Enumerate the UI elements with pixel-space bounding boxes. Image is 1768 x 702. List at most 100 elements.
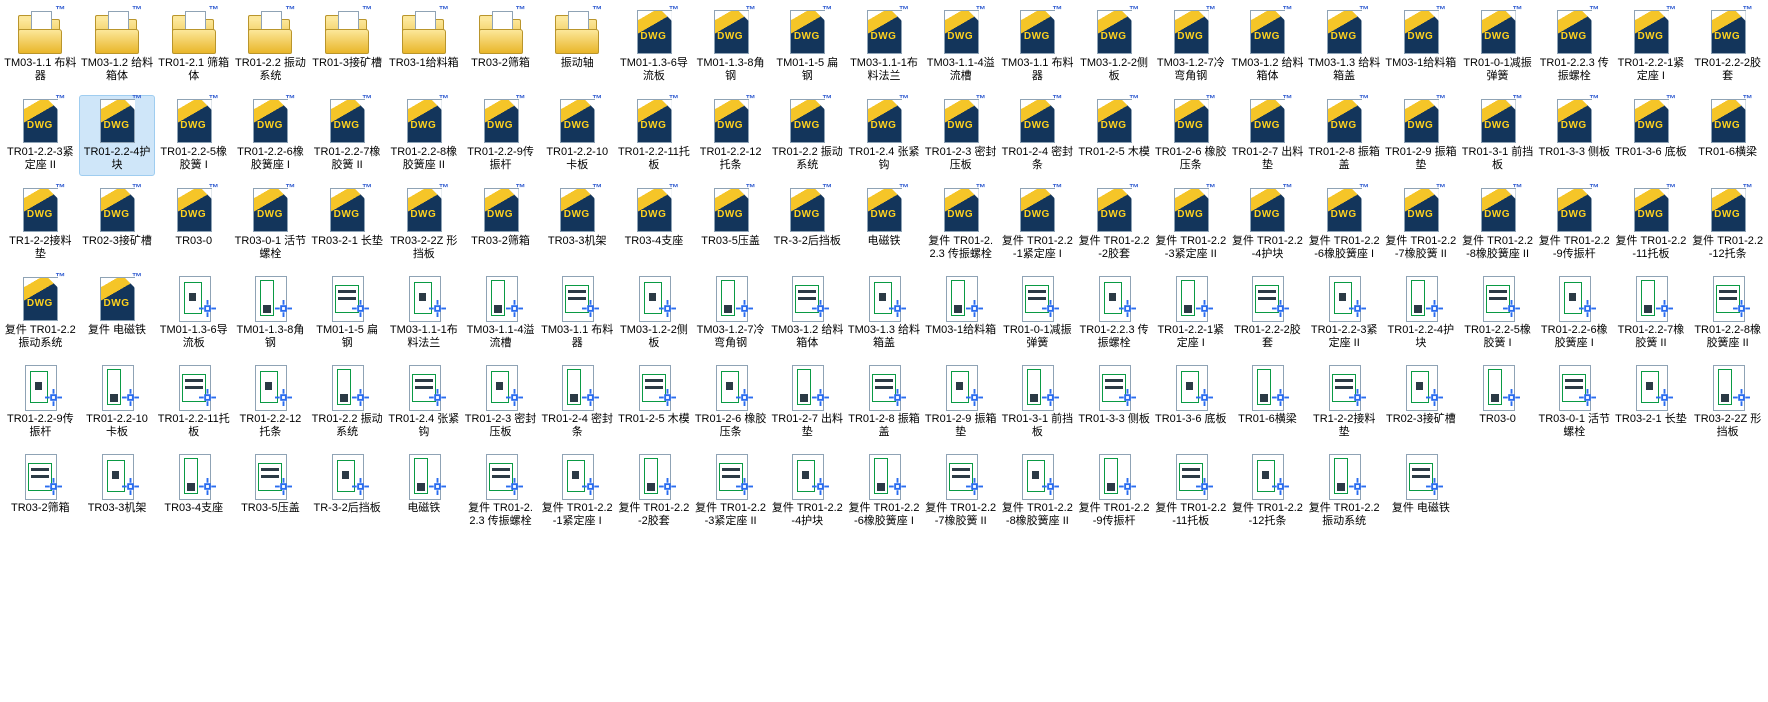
file-item[interactable]: DWG ™ TR01-2.2-8橡胶簧座 II (385, 95, 462, 176)
file-item[interactable]: TR01-2.2-10卡板 (79, 362, 156, 443)
file-item[interactable]: TR01-2.2-12托条 (232, 362, 309, 443)
file-item[interactable]: DWG ™ TM03-1给料箱 (1383, 6, 1460, 87)
file-item[interactable]: TR02-3接矿槽 (1383, 362, 1460, 443)
file-item[interactable]: DWG ™ TR03-3机架 (539, 184, 616, 265)
file-item[interactable]: DWG ™ TR01-2-3 密封压板 (922, 95, 999, 176)
file-item[interactable]: TR1-2-2接料垫 (1306, 362, 1383, 443)
file-item[interactable]: TR01-2-6 橡胶压条 (692, 362, 769, 443)
file-item[interactable]: DWG ™ TR01-3-3 侧板 (1536, 95, 1613, 176)
file-item[interactable]: TR01-2-7 出料垫 (769, 362, 846, 443)
file-item[interactable]: DWG ™ TR01-2.4 张紧钩 (846, 95, 923, 176)
file-item[interactable]: DWG ™ 复件 电磁铁 (79, 273, 156, 354)
file-item[interactable]: DWG ™ TR03-4支座 (616, 184, 693, 265)
file-item[interactable]: TM01-1.3-8角钢 (232, 273, 309, 354)
file-item[interactable]: DWG ™ 复件 TR01-2.2-11托板 (1613, 184, 1690, 265)
file-item[interactable]: TR03-5压盖 (232, 451, 309, 532)
file-item[interactable]: TR03-0 (1459, 362, 1536, 443)
file-item[interactable]: TR01-2.2-11托板 (155, 362, 232, 443)
file-item[interactable]: 复件 TR01-2.2-8橡胶簧座 II (999, 451, 1076, 532)
file-item[interactable]: DWG ™ TR01-2.2-2胶套 (1689, 6, 1766, 87)
file-item[interactable]: TR01-2.4 张紧钩 (385, 362, 462, 443)
file-item[interactable]: DWG ™ TR01-6横梁 (1689, 95, 1766, 176)
file-item[interactable]: TM01-1-5 扁钢 (309, 273, 386, 354)
file-item[interactable]: 电磁铁 (385, 451, 462, 532)
file-item[interactable]: 复件 TR01-2.2 振动系统 (1306, 451, 1383, 532)
file-item[interactable]: 复件 TR01-2.2-4护块 (769, 451, 846, 532)
file-item[interactable]: DWG ™ TR01-2.2-9传振杆 (462, 95, 539, 176)
file-item[interactable]: TM03-1给料箱 (922, 273, 999, 354)
file-item[interactable]: TR01-0-1减振弹簧 (999, 273, 1076, 354)
file-item[interactable]: DWG ™ TR01-2-4 密封条 (999, 95, 1076, 176)
file-item[interactable]: TM03-1.1-4溢流槽 (462, 273, 539, 354)
file-item[interactable]: DWG ™ TR-3-2后挡板 (769, 184, 846, 265)
file-item[interactable]: TM03-1.2-7冷弯角钢 (692, 273, 769, 354)
file-item[interactable]: TR01-2.2-7橡胶簧 II (1613, 273, 1690, 354)
file-item[interactable]: DWG ™ TR01-2-5 木模 (1076, 95, 1153, 176)
file-item[interactable]: TR01-2-5 木模 (616, 362, 693, 443)
file-item[interactable]: DWG ™ TR01-2.2.3 传振螺栓 (1536, 6, 1613, 87)
file-item[interactable]: TR01-2.2 振动系统 (309, 362, 386, 443)
file-item[interactable]: TR01-2-8 振箱盖 (846, 362, 923, 443)
file-item[interactable]: ™ TM03-1.1 布料器 (2, 6, 79, 87)
file-item[interactable]: DWG ™ TR03-5压盖 (692, 184, 769, 265)
file-item[interactable]: TR01-2.2-5橡胶簧 I (1459, 273, 1536, 354)
file-item[interactable]: TR03-2筛箱 (2, 451, 79, 532)
file-item[interactable]: DWG ™ TM01-1-5 扁钢 (769, 6, 846, 87)
file-item[interactable]: DWG ™ 电磁铁 (846, 184, 923, 265)
file-item[interactable]: TR01-2-9 振箱垫 (922, 362, 999, 443)
file-item[interactable]: 复件 TR01-2.2.3 传振螺栓 (462, 451, 539, 532)
file-item[interactable]: TR03-2-1 长垫 (1613, 362, 1690, 443)
file-item[interactable]: TR01-2-3 密封压板 (462, 362, 539, 443)
file-item[interactable]: DWG ™ TR03-2-2Z 形挡板 (385, 184, 462, 265)
file-item[interactable]: DWG ™ TR03-0 (155, 184, 232, 265)
file-item[interactable]: TM01-1.3-6导流板 (155, 273, 232, 354)
file-item[interactable]: DWG ™ TR01-3-1 前挡板 (1459, 95, 1536, 176)
file-item[interactable]: TM03-1.1-1布料法兰 (385, 273, 462, 354)
file-item[interactable]: TR01-2-4 密封条 (539, 362, 616, 443)
file-item[interactable]: TM03-1.1 布料器 (539, 273, 616, 354)
file-item[interactable]: TR01-2.2-8橡胶簧座 II (1689, 273, 1766, 354)
file-item[interactable]: TR-3-2后挡板 (309, 451, 386, 532)
file-item[interactable]: ™ TR03-1给料箱 (385, 6, 462, 87)
file-item[interactable]: 复件 TR01-2.2-1紧定座 I (539, 451, 616, 532)
file-item[interactable]: TR01-2.2.3 传振螺栓 (1076, 273, 1153, 354)
file-item[interactable]: DWG ™ 复件 TR01-2.2-7橡胶簧 II (1383, 184, 1460, 265)
file-item[interactable]: TR01-2.2-9传振杆 (2, 362, 79, 443)
file-item[interactable]: DWG ™ TM03-1.1-1布料法兰 (846, 6, 923, 87)
file-item[interactable]: TR03-2-2Z 形挡板 (1689, 362, 1766, 443)
file-item[interactable]: DWG ™ TR01-2-7 出料垫 (1229, 95, 1306, 176)
file-item[interactable]: DWG ™ 复件 TR01-2.2-8橡胶簧座 II (1459, 184, 1536, 265)
file-item[interactable]: DWG ™ TM03-1.1 布料器 (999, 6, 1076, 87)
file-item[interactable]: TR01-2.2-2胶套 (1229, 273, 1306, 354)
file-item[interactable]: DWG ™ 复件 TR01-2.2-4护块 (1229, 184, 1306, 265)
file-item[interactable]: DWG ™ 复件 TR01-2.2-1紧定座 I (999, 184, 1076, 265)
file-item[interactable]: DWG ™ 复件 TR01-2.2-9传振杆 (1536, 184, 1613, 265)
file-item[interactable]: TR01-2.2-3紧定座 II (1306, 273, 1383, 354)
file-item[interactable]: DWG ™ TR01-2.2-1紧定座 I (1613, 6, 1690, 87)
file-item[interactable]: DWG ™ TM03-1.3 给料箱盖 (1306, 6, 1383, 87)
file-item[interactable]: DWG ™ TR03-2-1 长垫 (309, 184, 386, 265)
file-item[interactable]: TR01-6横梁 (1229, 362, 1306, 443)
file-item[interactable]: TM03-1.2 给料箱体 (769, 273, 846, 354)
file-item[interactable]: TR01-2.2-1紧定座 I (1152, 273, 1229, 354)
file-item[interactable]: DWG ™ TR03-2筛箱 (462, 184, 539, 265)
file-item[interactable]: TR01-3-3 侧板 (1076, 362, 1153, 443)
file-item[interactable]: 复件 TR01-2.2-3紧定座 II (692, 451, 769, 532)
file-item[interactable]: DWG ™ TR01-2.2-11托板 (616, 95, 693, 176)
file-item[interactable]: TR01-3-1 前挡板 (999, 362, 1076, 443)
file-item[interactable]: ™ TR01-3接矿槽 (309, 6, 386, 87)
file-item[interactable]: DWG ™ TR01-2.2-10卡板 (539, 95, 616, 176)
file-item[interactable]: DWG ™ TR01-2.2-7橡胶簧 II (309, 95, 386, 176)
file-item[interactable]: 复件 TR01-2.2-9传振杆 (1076, 451, 1153, 532)
file-item[interactable]: DWG ™ TR01-2-6 橡胶压条 (1152, 95, 1229, 176)
file-item[interactable]: TR01-3-6 底板 (1152, 362, 1229, 443)
file-item[interactable]: DWG ™ TM03-1.1-4溢流槽 (922, 6, 999, 87)
file-item[interactable]: DWG ™ 复件 TR01-2.2.3 传振螺栓 (922, 184, 999, 265)
file-item[interactable]: 复件 TR01-2.2-6橡胶簧座 I (846, 451, 923, 532)
file-item[interactable]: DWG ™ 复件 TR01-2.2-12托条 (1689, 184, 1766, 265)
file-item[interactable]: DWG ™ TR02-3接矿槽 (79, 184, 156, 265)
file-item[interactable]: DWG ™ TR03-0-1 活节螺栓 (232, 184, 309, 265)
file-item[interactable]: DWG ™ TM01-1.3-6导流板 (616, 6, 693, 87)
file-item[interactable]: DWG ™ TR01-2-9 振箱垫 (1383, 95, 1460, 176)
file-item[interactable]: TR01-2.2-6橡胶簧座 I (1536, 273, 1613, 354)
